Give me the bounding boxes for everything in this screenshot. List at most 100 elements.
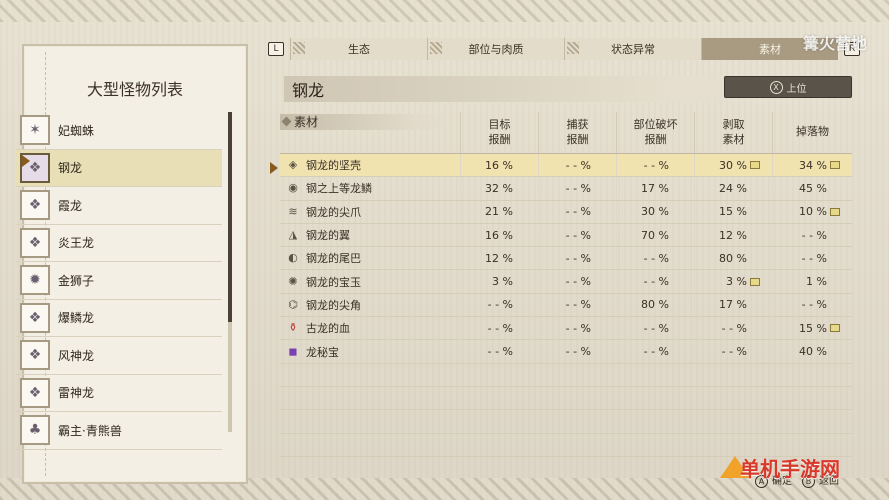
column-header-capture-reward: 捕获 报酬 xyxy=(538,112,616,153)
rate-cell: 30 % xyxy=(694,154,772,177)
material-name: 钢龙的翼 xyxy=(306,229,350,243)
rate-value: 40 % xyxy=(799,345,827,359)
rate-value: - - % xyxy=(721,345,747,359)
monster-list-item[interactable]: ♣ 霸主·青熊兽 xyxy=(16,412,222,450)
rate-cell: 12 % xyxy=(694,223,772,247)
top-border-decoration xyxy=(0,0,889,22)
monster-list-item[interactable]: ✹ 金狮子 xyxy=(16,262,222,300)
table-row[interactable]: ◉ 钢之上等龙鳞 32 % - - % 17 % 24 % 45 % xyxy=(280,177,852,201)
watermark-top: 篝火营地 xyxy=(802,34,867,53)
rate-cell: 70 % xyxy=(616,223,694,247)
material-name: 龙秘宝 xyxy=(306,345,339,359)
table-row[interactable]: ✺ 钢龙的宝玉 3 % - - % - - % 3 % 1 % xyxy=(280,270,852,294)
rate-value: 15 % xyxy=(799,321,827,335)
rate-cell: 15 % xyxy=(772,317,852,340)
rate-cell: - - % xyxy=(694,340,772,363)
scrollbar-thumb[interactable] xyxy=(228,112,232,322)
column-header-material: 素材 xyxy=(280,112,460,153)
monster-list-item[interactable]: ✶ 妃蜘蛛 xyxy=(16,112,222,150)
monster-list-item[interactable]: ❖ 霞龙 xyxy=(16,187,222,225)
table-row[interactable]: ◼ 龙秘宝 - - % - - % - - % - - % 40 % xyxy=(280,340,852,364)
dragon-icon: ❖ xyxy=(20,340,50,371)
rate-cell: - - % xyxy=(538,223,616,247)
material-name: 钢龙的尖角 xyxy=(306,298,361,312)
monster-list-item[interactable]: ❖ 爆鳞龙 xyxy=(16,300,222,337)
reward-mark-icon xyxy=(830,207,840,216)
rate-cell: - - % xyxy=(772,247,852,270)
rate-cell: - - % xyxy=(538,293,616,317)
rate-value: 32 % xyxy=(485,181,513,195)
rate-value: - - % xyxy=(565,251,591,265)
monster-list: ✶ 妃蜘蛛 ❖ 钢龙 ❖ 霞龙 ❖ 炎王龙 ✹ 金狮子 ❖ 爆鳞龙 ❖ 风神龙 ❖ 雷神龙 ♣ 霸主·青熊兽 xyxy=(16,112,222,450)
rate-value: - - % xyxy=(487,321,513,335)
rate-value: 10 % xyxy=(799,205,827,219)
rate-cell: 17 % xyxy=(616,177,694,200)
rate-value: - - % xyxy=(643,321,669,335)
tab-bar: L 生态 部位与肉质 状态异常 素材 R xyxy=(268,38,860,60)
rate-value: 3 % xyxy=(492,275,513,289)
rate-cell: - - % xyxy=(460,317,538,340)
rate-value: 80 % xyxy=(641,298,669,312)
material-cell: ◮ 钢龙的翼 xyxy=(280,224,460,246)
rate-cell: 10 % xyxy=(772,200,852,223)
rate-value: - - % xyxy=(801,298,827,312)
rate-value: 21 % xyxy=(485,205,513,219)
rate-value: - - % xyxy=(487,345,513,359)
rate-cell: - - % xyxy=(538,317,616,340)
tab-ecology[interactable]: 生态 xyxy=(290,38,427,60)
rate-cell: 40 % xyxy=(772,340,852,363)
rate-cell: - - % xyxy=(616,270,694,293)
monster-list-item[interactable]: ❖ 风神龙 xyxy=(16,337,222,375)
monster-name: 钢龙 xyxy=(292,81,325,100)
monster-list-item-name: 爆鳞龙 xyxy=(58,311,95,326)
table-row[interactable]: ⌬ 钢龙的尖角 - - % - - % 80 % 17 % - - % xyxy=(280,293,852,318)
gem-icon: ✺ xyxy=(288,274,298,288)
rate-cell: 34 % xyxy=(772,154,852,177)
rate-cell: - - % xyxy=(616,317,694,340)
wing-icon: ◮ xyxy=(288,228,298,242)
monster-list-item[interactable]: ❖ 钢龙 xyxy=(16,149,222,187)
rate-value: - - % xyxy=(565,321,591,335)
horn-icon: ⌬ xyxy=(288,297,298,311)
high-rank-button[interactable]: X 上位 xyxy=(724,76,852,98)
monster-list-item-name: 妃蜘蛛 xyxy=(58,123,95,138)
reward-mark-icon xyxy=(750,161,760,170)
rate-value: 16 % xyxy=(485,228,513,242)
rate-cell: - - % xyxy=(772,293,852,317)
monster-list-item-name: 风神龙 xyxy=(58,348,95,363)
table-row[interactable]: ◈ 钢龙的坚壳 16 % - - % - - % 30 % 34 % xyxy=(280,154,852,178)
rate-value: 80 % xyxy=(719,251,747,265)
table-row[interactable]: ≋ 钢龙的尖爪 21 % - - % 30 % 15 % 10 % xyxy=(280,200,852,224)
table-row[interactable]: ◐ 钢龙的尾巴 12 % - - % - - % 80 % - - % xyxy=(280,247,852,271)
rate-value: - - % xyxy=(565,275,591,289)
monster-list-item[interactable]: ❖ 炎王龙 xyxy=(16,225,222,262)
rate-cell: - - % xyxy=(694,317,772,340)
rate-cell: 16 % xyxy=(460,154,538,177)
monster-list-item-name: 金狮子 xyxy=(58,273,95,288)
monster-list-item-name: 霸主·青熊兽 xyxy=(58,423,122,438)
table-body: ◈ 钢龙的坚壳 16 % - - % - - % 30 % 34 % ◉ 钢之上等龙鳞 32 % -… xyxy=(280,154,852,457)
treasure-icon: ◼ xyxy=(288,344,298,358)
tab-parts-hitzone[interactable]: 部位与肉质 xyxy=(427,38,564,60)
material-cell: ◉ 钢之上等龙鳞 xyxy=(280,177,460,199)
rate-value: - - % xyxy=(643,158,669,172)
monster-list-item[interactable]: ❖ 雷神龙 xyxy=(16,375,222,412)
l-button-icon[interactable]: L xyxy=(268,42,284,56)
rate-cell: - - % xyxy=(460,340,538,363)
rate-cell: - - % xyxy=(538,200,616,223)
selection-arrow-icon xyxy=(22,155,30,167)
rate-value: 16 % xyxy=(485,158,513,172)
material-cell: ≋ 钢龙的尖爪 xyxy=(280,201,460,223)
watermark-bottom: 单机手游网 xyxy=(740,457,840,481)
empty-table-row xyxy=(280,364,852,387)
monster-list-scrollbar[interactable] xyxy=(228,112,232,432)
tab-status-ailments[interactable]: 状态异常 xyxy=(564,38,701,60)
table-row[interactable]: ⚱ 古龙的血 - - % - - % - - % - - % 15 % xyxy=(280,317,852,341)
rate-value: 45 % xyxy=(799,181,827,195)
table-row[interactable]: ◮ 钢龙的翼 16 % - - % 70 % 12 % - - % xyxy=(280,223,852,248)
material-name: 钢龙的尖爪 xyxy=(306,205,361,219)
rate-cell: - - % xyxy=(538,154,616,177)
claw-icon: ≋ xyxy=(288,204,298,218)
dragon-icon: ❖ xyxy=(20,302,50,333)
rate-value: 30 % xyxy=(641,205,669,219)
